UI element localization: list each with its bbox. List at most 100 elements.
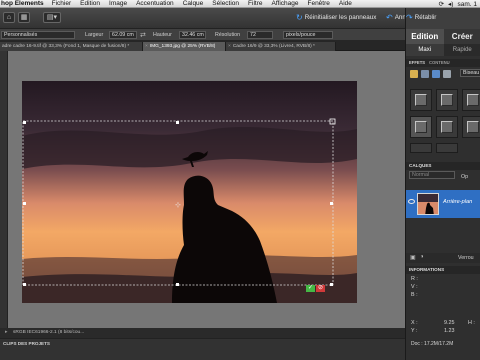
- options-bar: Personnalisés Largeur 62.09 cm ⇄ Hauteur…: [0, 29, 405, 41]
- effect-category-icon[interactable]: [432, 70, 440, 78]
- menu-accentuation[interactable]: Accentuation: [136, 0, 174, 7]
- lock-label[interactable]: Verrou: [458, 255, 474, 261]
- adjustment-layer-icon[interactable]: ◑: [420, 254, 424, 260]
- reset-panels-button[interactable]: ↻ Réinitialiser les panneaux: [296, 13, 376, 22]
- bevel-style-thumb[interactable]: [410, 89, 432, 111]
- blend-mode-select[interactable]: Normal: [409, 171, 455, 179]
- project-bin-header[interactable]: CLIPS DES PROJETS: [3, 341, 50, 346]
- resolution-field[interactable]: 72: [247, 31, 273, 39]
- info-panel-header[interactable]: INFORMATIONS: [406, 266, 480, 274]
- menu-fenetre[interactable]: Fenêtre: [307, 0, 329, 7]
- swap-dimensions-icon[interactable]: ⇄: [140, 31, 146, 39]
- menubar-status: ⟳ ◂) sam. 1: [439, 0, 477, 9]
- info-x-value: 9.25: [444, 320, 455, 326]
- bevel-style-thumb[interactable]: [462, 116, 480, 138]
- bevel-style-thumb[interactable]: [410, 143, 432, 153]
- bevel-style-thumb[interactable]: [462, 89, 480, 111]
- menu-calque[interactable]: Calque: [183, 0, 204, 7]
- info-y-value: 1.23: [444, 328, 455, 334]
- sync-icon[interactable]: ⟳: [439, 0, 444, 8]
- effect-category-icon[interactable]: [410, 70, 418, 78]
- layer-tools-bar: ▣ ◑ Verrou: [406, 253, 480, 263]
- home-icon[interactable]: ⌂: [3, 12, 15, 23]
- info-r-label: R :: [411, 276, 418, 282]
- mode-switch: Edition Créer: [406, 29, 480, 44]
- redo-arrow-icon: ↷: [406, 13, 413, 22]
- close-tab-icon[interactable]: ×: [228, 44, 231, 49]
- document-tabs: adre cadre 16-9.tif @ 33,3% (Fond 1, Mas…: [0, 41, 405, 51]
- info-x-label: X :: [411, 320, 418, 326]
- width-field[interactable]: 62.09 cm: [109, 31, 137, 39]
- menu-aide[interactable]: Aide: [339, 0, 352, 7]
- menu-affichage[interactable]: Affichage: [272, 0, 299, 7]
- project-bin: CLIPS DES PROJETS: [0, 338, 405, 360]
- cancel-crop-icon[interactable]: ⊘: [316, 285, 325, 292]
- tab-contenu[interactable]: CONTENU: [429, 59, 450, 67]
- menu-fichier[interactable]: Fichier: [52, 0, 72, 7]
- menu-image[interactable]: Image: [109, 0, 127, 7]
- reset-icon: ↻: [296, 13, 303, 22]
- info-y-label: Y :: [411, 328, 418, 334]
- effects-panel-header: EFFETS CONTENU: [406, 59, 480, 67]
- sunset-silhouette-image: ⊹: [22, 81, 357, 303]
- volume-icon[interactable]: ◂): [448, 0, 453, 8]
- svg-text:⊹: ⊹: [175, 201, 181, 209]
- photo-canvas[interactable]: ⊹: [22, 81, 357, 303]
- width-label: Largeur: [85, 32, 104, 38]
- panel-top: ↷ Rétablir: [406, 8, 480, 29]
- right-panel: ↷ Rétablir Edition Créer Maxi Rapide EFF…: [405, 8, 480, 360]
- effect-category-icon[interactable]: [443, 70, 451, 78]
- menu-selection[interactable]: Sélection: [212, 0, 239, 7]
- layer-row-background[interactable]: Arrière-plan: [406, 190, 480, 218]
- tab-rapide[interactable]: Rapide: [443, 44, 480, 56]
- layers-panel-header[interactable]: CALQUES: [406, 162, 480, 170]
- bevel-style-thumb[interactable]: [410, 116, 432, 138]
- bevel-style-thumb[interactable]: [436, 116, 458, 138]
- bevel-style-thumb[interactable]: [436, 89, 458, 111]
- redo-label: Rétablir: [414, 14, 437, 21]
- reset-panels-label: Réinitialiser les panneaux: [304, 14, 377, 21]
- status-bar: ▸ sRGB IEC61966-2.1 (8 bits/cou...: [0, 328, 405, 338]
- layer-thumbnail: [417, 193, 439, 215]
- toolbox-edge[interactable]: [0, 51, 8, 328]
- top-toolbar: ⌂ ▦ ▤▾ ↻ Réinitialiser les panneaux ↶ An…: [0, 8, 416, 29]
- app-menu[interactable]: hop Elements: [1, 0, 44, 7]
- eye-icon[interactable]: [408, 199, 415, 204]
- grid-view-icon[interactable]: ▦: [18, 12, 30, 23]
- workspace-menu-icon[interactable]: ▤▾: [43, 12, 61, 23]
- menu-edition[interactable]: Edition: [80, 0, 100, 7]
- height-field[interactable]: 32.46 cm: [179, 31, 206, 39]
- tab-label: adre cadre 16-9.tif @ 33,3% (Fond 1, Mas…: [2, 44, 130, 49]
- tab-img-1393[interactable]: × IMG_1393.jpg @ 25% (RVB/8): [143, 42, 226, 51]
- tab-cadre-16-9[interactable]: × Cadre 16/9 @ 33,3% (Livre4, RVB/8) *: [226, 42, 336, 51]
- layer-thumbnail-image: [418, 194, 438, 214]
- tab-label: Cadre 16/9 @ 33,3% (Livre4, RVB/8) *: [232, 44, 315, 49]
- opacity-label[interactable]: Op: [461, 174, 468, 180]
- resolution-unit-select[interactable]: pixels/pouce: [283, 31, 333, 39]
- bevel-style-thumb[interactable]: [436, 143, 458, 153]
- height-label: Hauteur: [153, 32, 172, 38]
- clock[interactable]: sam. 1: [457, 1, 477, 8]
- preset-select[interactable]: Personnalisés: [1, 31, 75, 39]
- layer-name[interactable]: Arrière-plan: [443, 199, 472, 205]
- info-b-label: B :: [411, 292, 418, 298]
- status-arrow-icon[interactable]: ▸: [5, 328, 7, 338]
- color-profile-status[interactable]: sRGB IEC61966-2.1 (8 bits/cou...: [13, 330, 84, 335]
- resolution-label: Résolution: [215, 32, 241, 38]
- tab-effets[interactable]: EFFETS: [409, 59, 425, 67]
- new-layer-icon[interactable]: ▣: [410, 254, 416, 261]
- commit-crop-icon[interactable]: ✓: [306, 285, 315, 292]
- tab-creer[interactable]: Créer: [443, 29, 480, 44]
- menu-bar: hop Elements Fichier Edition Image Accen…: [0, 0, 480, 8]
- close-tab-icon[interactable]: ×: [145, 44, 148, 49]
- info-w-label: H :: [468, 320, 475, 326]
- tab-edition[interactable]: Edition: [406, 29, 444, 44]
- tab-maxi[interactable]: Maxi: [406, 44, 444, 56]
- effect-style-select[interactable]: Biseau: [460, 69, 480, 77]
- tab-cadre-tif[interactable]: adre cadre 16-9.tif @ 33,3% (Fond 1, Mas…: [0, 42, 143, 51]
- menu-filtre[interactable]: Filtre: [248, 0, 262, 7]
- doc-size[interactable]: Doc : 17.2M/17.2M: [411, 341, 453, 347]
- undo-arrow-icon: ↶: [386, 13, 393, 22]
- effect-category-icon[interactable]: [421, 70, 429, 78]
- redo-button[interactable]: ↷ Rétablir: [406, 13, 436, 22]
